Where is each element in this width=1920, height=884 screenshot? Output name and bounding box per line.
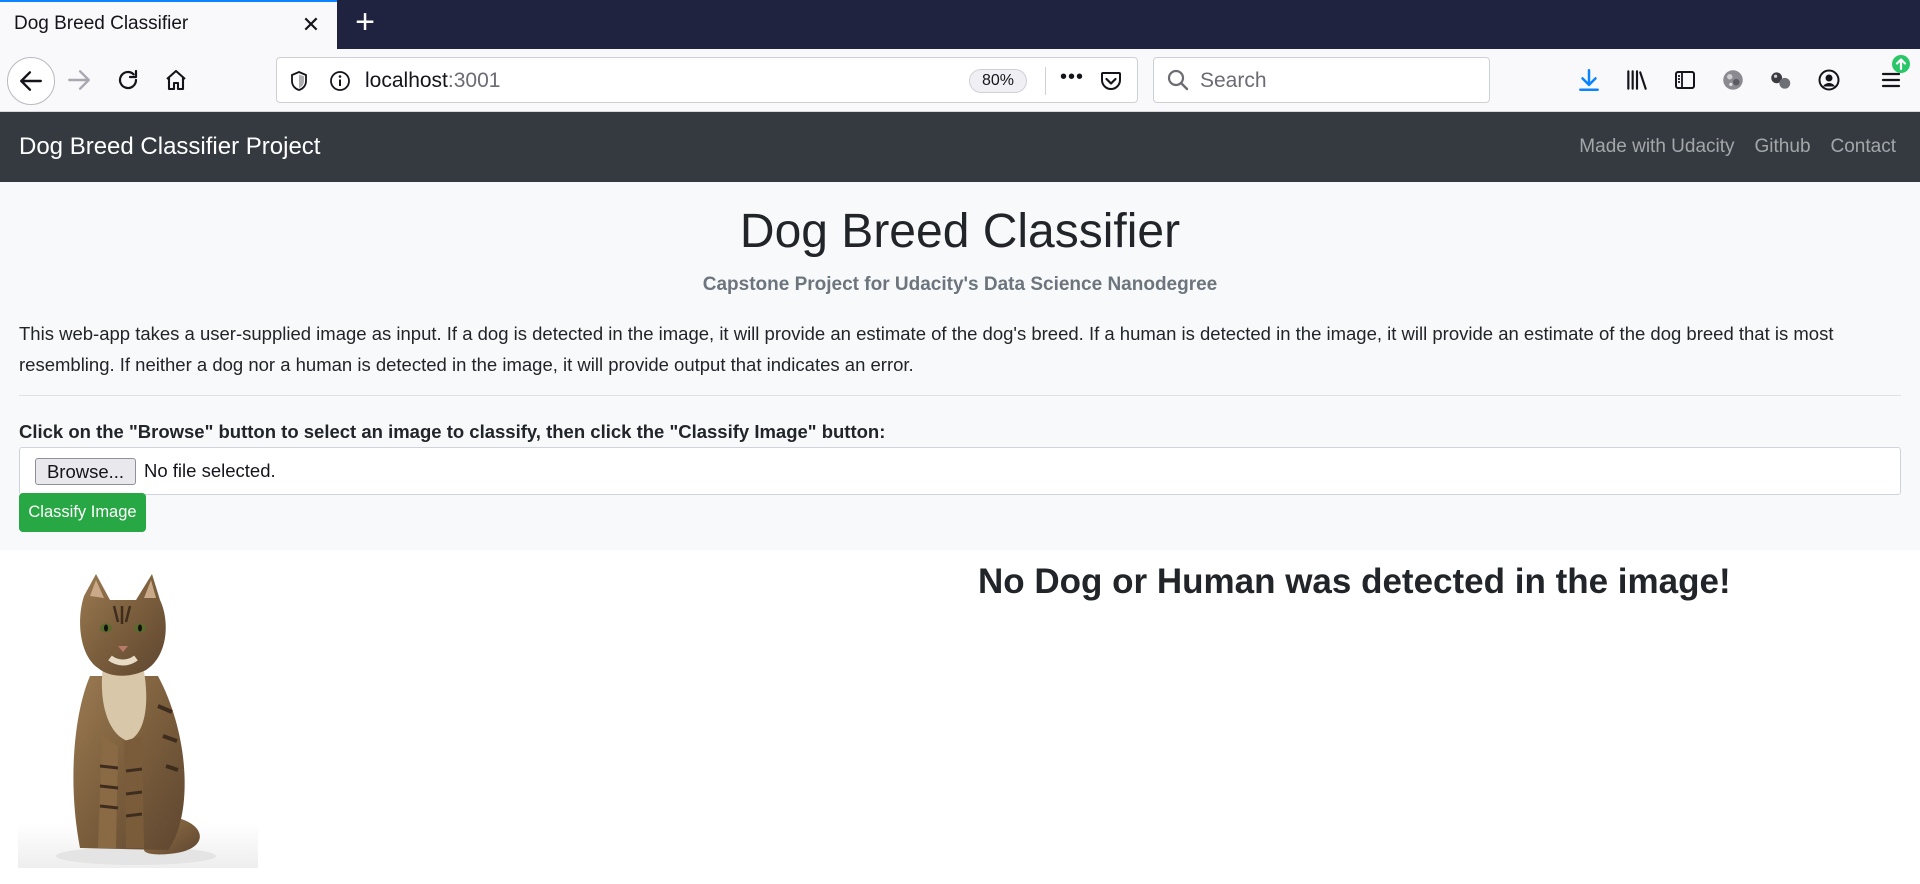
file-status-text: No file selected. bbox=[144, 460, 276, 481]
cat-illustration bbox=[56, 574, 216, 865]
page-title: Dog Breed Classifier bbox=[739, 205, 1181, 258]
file-input-field[interactable]: Browse... No file selected. bbox=[19, 447, 1901, 495]
nav-link-udacity[interactable]: Made with Udacity bbox=[1579, 136, 1734, 158]
jumbotron: Dog Breed Classifier Capstone Project fo… bbox=[0, 182, 1920, 550]
library-icon bbox=[1627, 70, 1647, 90]
update-available-icon bbox=[1892, 55, 1910, 73]
search-icon bbox=[1167, 69, 1189, 91]
url-text[interactable]: localhost:3001 bbox=[365, 69, 500, 93]
tab-title: Dog Breed Classifier bbox=[14, 13, 189, 34]
home-button[interactable] bbox=[155, 59, 197, 101]
sidebar-button[interactable] bbox=[1664, 59, 1706, 101]
account-icon bbox=[1818, 69, 1840, 91]
url-separator bbox=[1045, 67, 1046, 95]
reload-button[interactable] bbox=[107, 59, 149, 101]
navbar-brand[interactable]: Dog Breed Classifier Project bbox=[19, 133, 320, 161]
zoom-level-badge[interactable]: 80% bbox=[969, 69, 1027, 93]
upload-instruction: Click on the "Browse" button to select a… bbox=[19, 421, 886, 442]
navbar-links: Made with Udacity Github Contact bbox=[1579, 136, 1896, 158]
page-description: This web-app takes a user-supplied image… bbox=[19, 323, 1834, 375]
browser-toolbar: localhost:3001 80% ••• Search bbox=[0, 49, 1920, 112]
uploaded-cat-image bbox=[18, 566, 258, 868]
reload-icon bbox=[118, 69, 138, 90]
browser-tab-active[interactable]: Dog Breed Classifier ✕ bbox=[0, 0, 337, 49]
extension-spheres-icon bbox=[1771, 72, 1791, 89]
page-actions-icon[interactable]: ••• bbox=[1060, 66, 1084, 89]
browse-button[interactable]: Browse... bbox=[35, 458, 136, 485]
classify-image-button[interactable]: Classify Image bbox=[19, 493, 146, 532]
extension-button-1[interactable] bbox=[1712, 59, 1754, 101]
back-button[interactable] bbox=[7, 57, 55, 105]
nav-link-contact[interactable]: Contact bbox=[1831, 136, 1896, 158]
pocket-icon[interactable] bbox=[1099, 69, 1123, 93]
extension-button-2[interactable] bbox=[1760, 59, 1802, 101]
result-message: No Dog or Human was detected in the imag… bbox=[978, 562, 1731, 601]
tab-close-icon[interactable]: ✕ bbox=[296, 10, 326, 40]
home-icon bbox=[166, 69, 186, 91]
extension-globe-icon bbox=[1723, 70, 1743, 90]
sidebar-icon bbox=[1675, 71, 1695, 89]
page-subtitle: Capstone Project for Udacity's Data Scie… bbox=[702, 274, 1218, 295]
forward-button[interactable] bbox=[58, 59, 100, 101]
library-button[interactable] bbox=[1616, 59, 1658, 101]
new-tab-button[interactable]: + bbox=[347, 5, 383, 41]
forward-arrow-icon bbox=[68, 70, 90, 90]
info-icon[interactable] bbox=[329, 70, 351, 92]
back-arrow-icon bbox=[20, 71, 42, 91]
url-port: :3001 bbox=[447, 69, 501, 92]
nav-link-github[interactable]: Github bbox=[1755, 136, 1811, 158]
download-icon bbox=[1579, 69, 1599, 91]
shield-icon[interactable] bbox=[289, 70, 309, 92]
browser-tab-bar: Dog Breed Classifier ✕ + bbox=[0, 0, 1920, 49]
divider bbox=[19, 395, 1901, 396]
address-bar[interactable]: localhost:3001 80% ••• bbox=[276, 57, 1138, 103]
downloads-button[interactable] bbox=[1568, 59, 1610, 101]
url-host: localhost bbox=[365, 69, 448, 92]
site-navbar: Dog Breed Classifier Project Made with U… bbox=[0, 112, 1920, 182]
account-button[interactable] bbox=[1808, 59, 1850, 101]
search-bar[interactable]: Search bbox=[1153, 57, 1490, 103]
search-placeholder: Search bbox=[1200, 69, 1267, 92]
